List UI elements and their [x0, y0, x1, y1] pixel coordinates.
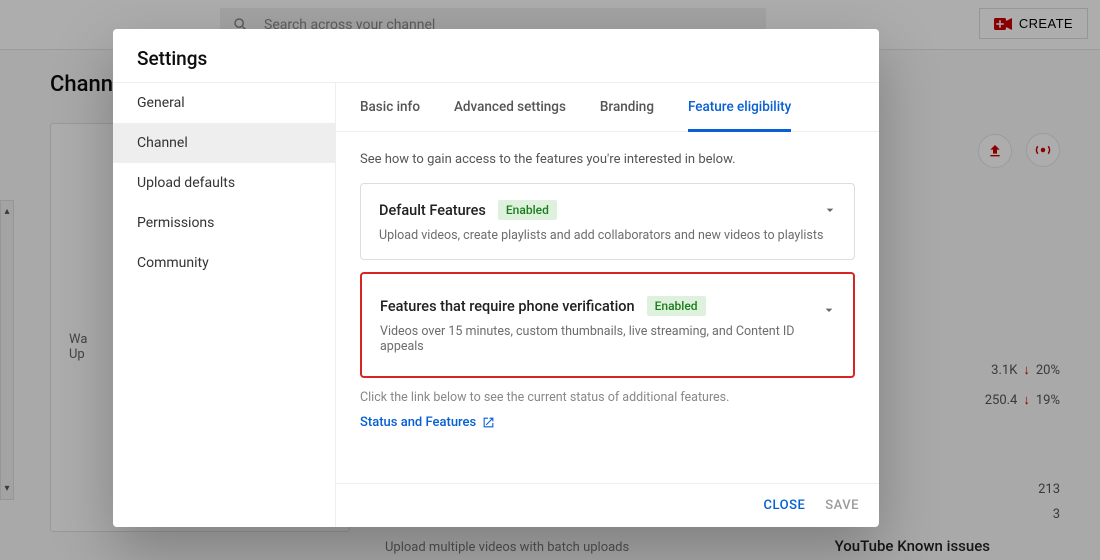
tab-row: Basic info Advanced settings Branding Fe…: [336, 83, 879, 132]
feature-card-title: Features that require phone verification: [380, 298, 635, 315]
panel-intro: See how to gain access to the features y…: [360, 152, 855, 167]
tab-feature-eligibility[interactable]: Feature eligibility: [688, 83, 791, 132]
feature-card-title: Default Features: [379, 202, 486, 219]
sidebar-item-general[interactable]: General: [113, 83, 335, 123]
feature-card-desc: Upload videos, create playlists and add …: [379, 228, 836, 243]
tab-branding[interactable]: Branding: [600, 83, 654, 131]
tab-basic-info[interactable]: Basic info: [360, 83, 420, 131]
default-features-card[interactable]: Default Features Enabled Upload videos, …: [360, 183, 855, 260]
status-badge: Enabled: [498, 200, 557, 220]
tab-advanced-settings[interactable]: Advanced settings: [454, 83, 566, 131]
sidebar-item-upload-defaults[interactable]: Upload defaults: [113, 163, 335, 203]
feature-card-desc: Videos over 15 minutes, custom thumbnail…: [380, 324, 835, 354]
phone-verification-card[interactable]: Features that require phone verification…: [360, 272, 855, 378]
settings-main: Basic info Advanced settings Branding Fe…: [335, 83, 879, 527]
modal-footer: CLOSE SAVE: [336, 483, 879, 527]
link-label: Status and Features: [360, 415, 476, 430]
save-button[interactable]: SAVE: [825, 498, 859, 513]
sidebar-item-permissions[interactable]: Permissions: [113, 203, 335, 243]
status-badge: Enabled: [647, 296, 706, 316]
modal-title: Settings: [113, 29, 879, 82]
panel-hint: Click the link below to see the current …: [360, 390, 855, 405]
status-and-features-link[interactable]: Status and Features: [360, 415, 495, 430]
sidebar-item-community[interactable]: Community: [113, 243, 335, 283]
external-link-icon: [482, 416, 495, 429]
settings-modal: Settings General Channel Upload defaults…: [113, 29, 879, 527]
modal-content: General Channel Upload defaults Permissi…: [113, 82, 879, 527]
settings-sidebar: General Channel Upload defaults Permissi…: [113, 83, 335, 527]
feature-eligibility-panel: See how to gain access to the features y…: [336, 132, 879, 483]
sidebar-item-channel[interactable]: Channel: [113, 123, 335, 163]
close-button[interactable]: CLOSE: [764, 498, 806, 513]
chevron-down-icon[interactable]: [821, 302, 837, 322]
chevron-down-icon[interactable]: [822, 202, 838, 222]
